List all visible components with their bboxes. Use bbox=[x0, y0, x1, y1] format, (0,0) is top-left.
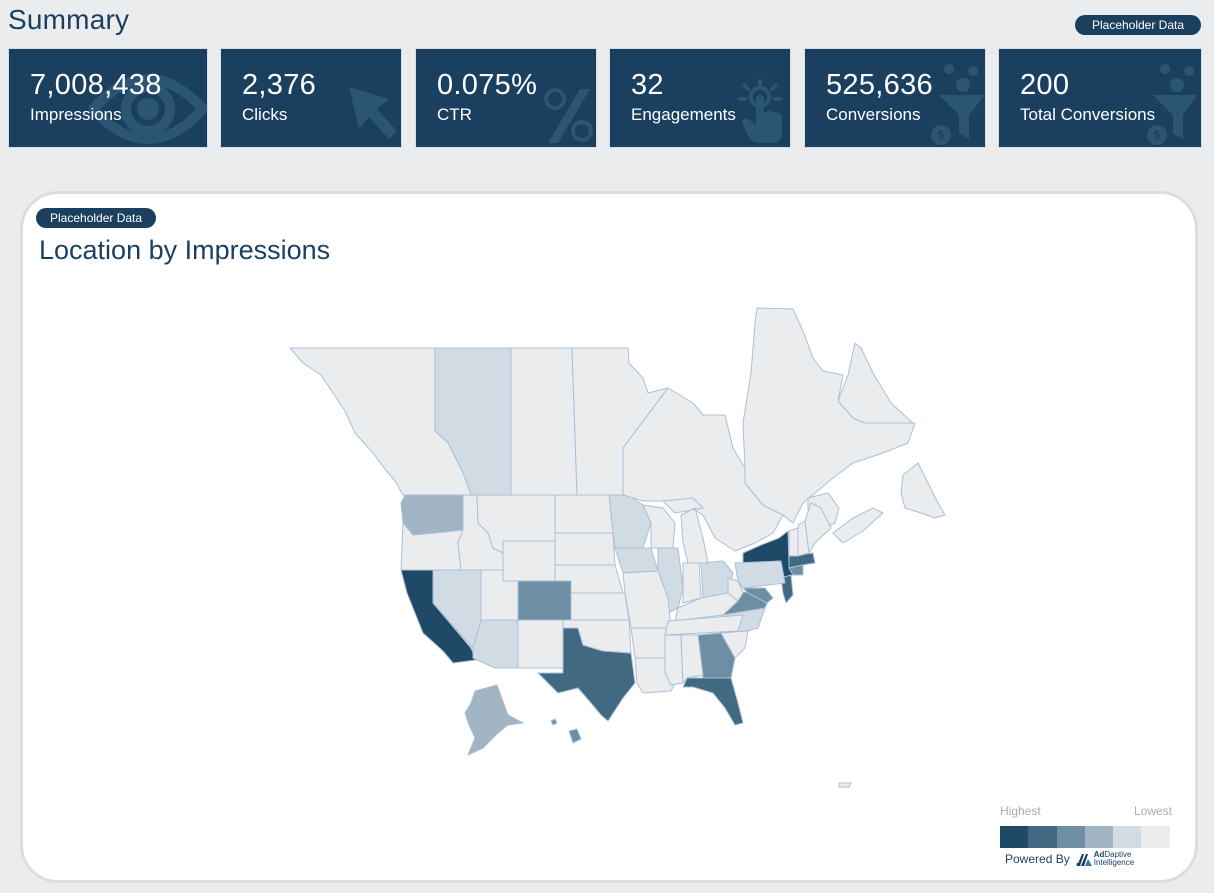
kpi-value: 2,376 bbox=[242, 69, 317, 101]
legend-swatch-2 bbox=[1028, 826, 1057, 848]
region-puerto-rico[interactable]: Puerto Rico bbox=[838, 782, 852, 788]
powered-by-label: Powered By bbox=[1005, 852, 1070, 866]
kpi-value: 7,008,438 bbox=[30, 69, 162, 101]
region-pennsylvania[interactable]: Pennsylvania bbox=[734, 560, 786, 589]
region-indiana[interactable]: Indiana bbox=[682, 562, 702, 604]
adaptive-logo-icon bbox=[1076, 854, 1092, 866]
svg-text:$: $ bbox=[1154, 128, 1161, 142]
kpi-tile-engagements[interactable]: 32 Engagements bbox=[609, 48, 791, 148]
region-kansas[interactable]: Kansas bbox=[570, 592, 630, 621]
region-arizona[interactable]: Arizona bbox=[472, 619, 519, 669]
legend-swatch-6 bbox=[1141, 826, 1170, 848]
legend-highest-label: Highest bbox=[1000, 804, 1041, 818]
cursor-arrow-icon bbox=[349, 87, 397, 139]
kpi-value: 32 bbox=[631, 69, 664, 101]
kpi-tiles: 7,008,438 Impressions 2,376 Clicks 0.075… bbox=[8, 48, 1202, 148]
powered-by: Powered By AdDaptive Intelligence bbox=[1005, 851, 1134, 867]
region-saskatchewan[interactable]: Saskatchewan bbox=[510, 347, 578, 496]
brand-name: AdDaptive Intelligence bbox=[1093, 850, 1135, 867]
kpi-tile-clicks[interactable]: 2,376 Clicks bbox=[220, 48, 402, 148]
region-alaska[interactable]: Alaska bbox=[464, 684, 524, 756]
region-south-dakota[interactable]: South Dakota bbox=[554, 532, 616, 566]
kpi-tile-ctr[interactable]: 0.075% CTR bbox=[415, 48, 597, 148]
region-new-mexico[interactable]: New Mexico bbox=[517, 619, 564, 669]
region-colorado[interactable]: Colorado bbox=[517, 580, 572, 621]
svg-text:$: $ bbox=[938, 128, 945, 142]
kpi-label: Total Conversions bbox=[1020, 105, 1156, 124]
kpi-value: 525,636 bbox=[826, 69, 933, 101]
region-hawaii[interactable]: Hawaii bbox=[550, 718, 582, 744]
legend-lowest-label: Lowest bbox=[1133, 804, 1172, 818]
page-title: Summary bbox=[8, 4, 130, 35]
kpi-label: CTR bbox=[437, 105, 472, 124]
region-minnesota[interactable]: Minnesota bbox=[608, 494, 652, 549]
legend-swatch-3 bbox=[1056, 826, 1085, 848]
region-arkansas[interactable]: Arkansas bbox=[630, 627, 669, 659]
legend-swatch-5 bbox=[1113, 826, 1142, 848]
kpi-label: Impressions bbox=[30, 105, 122, 124]
region-mississippi[interactable]: Mississippi bbox=[664, 634, 684, 686]
choropleth-map[interactable]: CaliforniaNew YorkTexasFloridaNew Jersey… bbox=[23, 194, 1195, 880]
kpi-label: Conversions bbox=[826, 105, 921, 124]
legend-swatch-1 bbox=[1000, 826, 1029, 848]
region-washington[interactable]: Washington bbox=[400, 494, 464, 536]
region-wyoming[interactable]: Wyoming bbox=[502, 540, 556, 582]
region-nova-scotia[interactable]: Nova Scotia bbox=[832, 507, 884, 544]
kpi-label: Engagements bbox=[631, 105, 736, 124]
location-map-card: Placeholder Data Location by Impressions… bbox=[20, 191, 1198, 883]
legend-swatches bbox=[1000, 826, 1170, 848]
funnel-dollar-icon: $ bbox=[931, 64, 985, 145]
brand-logo: AdDaptive Intelligence bbox=[1076, 851, 1134, 867]
kpi-tile-total-conversions[interactable]: $ 200 Total Conversions bbox=[998, 48, 1202, 148]
percent-icon bbox=[544, 88, 593, 143]
kpi-value: 0.075% bbox=[437, 69, 538, 101]
region-north-dakota[interactable]: North Dakota bbox=[554, 494, 614, 534]
kpi-tile-conversions[interactable]: $ 525,636 Conversions bbox=[804, 48, 986, 148]
kpi-value: 200 bbox=[1020, 69, 1070, 101]
funnel-dollar-icon: $ bbox=[1147, 64, 1197, 145]
region-florida[interactable]: Florida bbox=[682, 677, 744, 726]
kpi-label: Clicks bbox=[242, 105, 288, 124]
kpi-tile-impressions[interactable]: 7,008,438 Impressions bbox=[8, 48, 208, 148]
region-iowa[interactable]: Iowa bbox=[614, 547, 659, 574]
region-vermont[interactable]: Vermont bbox=[788, 527, 799, 557]
placeholder-data-badge: Placeholder Data bbox=[1075, 15, 1201, 35]
legend-swatch-4 bbox=[1084, 826, 1114, 848]
tap-hand-icon bbox=[738, 79, 782, 143]
